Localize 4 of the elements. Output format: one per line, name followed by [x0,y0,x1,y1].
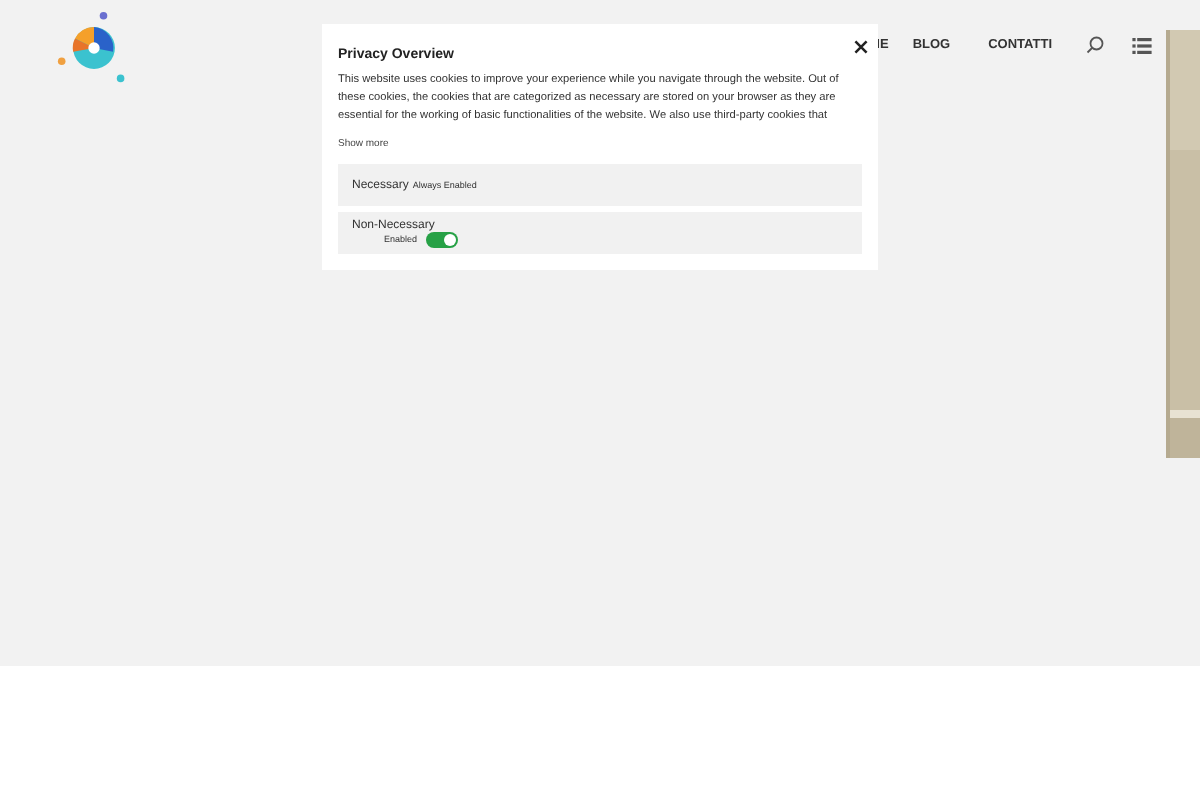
menu-icon[interactable] [1132,37,1152,53]
toggle-switch[interactable] [425,231,458,247]
search-icon[interactable] [1086,36,1104,54]
close-icon[interactable] [850,36,870,56]
